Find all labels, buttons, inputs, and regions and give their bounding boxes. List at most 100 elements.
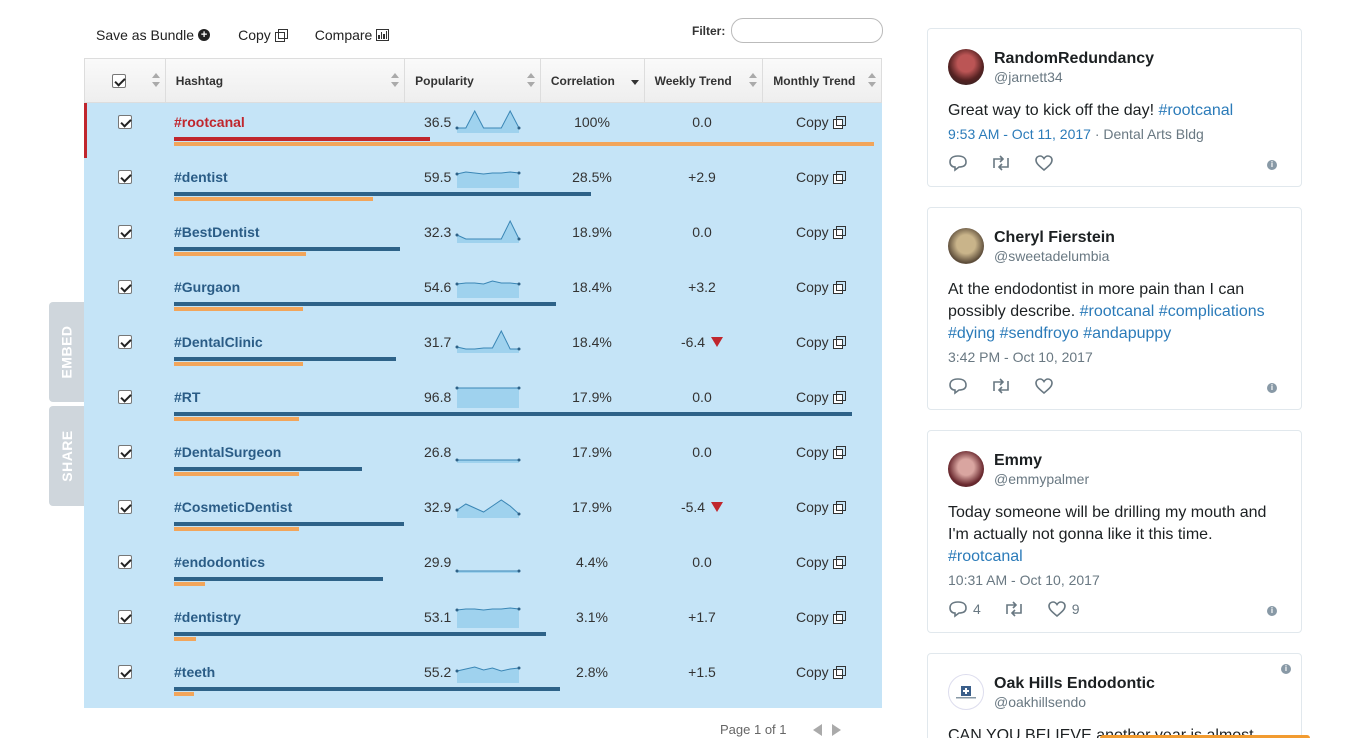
row-copy-button[interactable]: Copy: [796, 323, 846, 361]
row-checkbox[interactable]: [118, 280, 132, 294]
avatar[interactable]: [948, 49, 984, 85]
row-checkbox-cell[interactable]: [118, 555, 132, 569]
tweet-timestamp[interactable]: 10:31 AM - Oct 10, 2017: [948, 572, 1100, 588]
hashtag-link[interactable]: #BestDentist: [174, 213, 260, 251]
hashtag-link[interactable]: #DentalSurgeon: [174, 433, 281, 471]
reply-icon[interactable]: [948, 377, 968, 395]
copy-button[interactable]: Copy: [238, 27, 288, 43]
col-correlation[interactable]: Correlation: [541, 59, 645, 102]
select-all-header[interactable]: [85, 59, 166, 102]
sort-icon[interactable]: [867, 73, 876, 89]
table-row[interactable]: #dentistry 53.1 3.1% +1.7 Copy: [84, 598, 882, 653]
row-copy-button[interactable]: Copy: [796, 158, 846, 196]
row-checkbox[interactable]: [118, 500, 132, 514]
filter-input[interactable]: [731, 18, 884, 43]
row-copy-button[interactable]: Copy: [796, 378, 846, 416]
row-checkbox-cell[interactable]: [118, 170, 132, 184]
info-icon[interactable]: i: [1267, 383, 1277, 393]
hashtag-link[interactable]: #dentistry: [174, 598, 241, 636]
info-icon[interactable]: i: [1281, 664, 1291, 674]
hashtag-link[interactable]: #DentalClinic: [174, 323, 263, 361]
tweet-card[interactable]: Emmy @emmypalmer Today someone will be d…: [927, 430, 1302, 633]
retweet-icon[interactable]: [1003, 600, 1025, 618]
sort-icon[interactable]: [749, 73, 758, 89]
tweet-card[interactable]: RandomRedundancy @jarnett34 Great way to…: [927, 28, 1302, 187]
hashtag-link[interactable]: #Gurgaon: [174, 268, 240, 306]
row-copy-button[interactable]: Copy: [796, 268, 846, 306]
like-action[interactable]: 9: [1047, 600, 1080, 618]
col-monthly-trend[interactable]: Monthly Trend: [763, 59, 881, 102]
tweet-card[interactable]: Cheryl Fierstein @sweetadelumbia At the …: [927, 207, 1302, 410]
row-copy-button[interactable]: Copy: [796, 653, 846, 691]
avatar[interactable]: [948, 451, 984, 487]
table-row[interactable]: #RT 96.8 17.9% 0.0 Copy: [84, 378, 882, 433]
row-copy-button[interactable]: Copy: [796, 433, 846, 471]
col-weekly-trend[interactable]: Weekly Trend: [645, 59, 764, 102]
row-checkbox-cell[interactable]: [118, 225, 132, 239]
row-checkbox[interactable]: [118, 335, 132, 349]
sort-icon[interactable]: [151, 73, 160, 89]
table-row[interactable]: #DentalClinic 31.7 18.4% -6.4 Copy: [84, 323, 882, 378]
row-checkbox-cell[interactable]: [118, 665, 132, 679]
select-all-checkbox[interactable]: [111, 73, 126, 88]
tweet-author[interactable]: Cheryl Fierstein @sweetadelumbia: [948, 228, 1115, 264]
hashtag-link[interactable]: #endodontics: [174, 543, 265, 581]
row-checkbox-cell[interactable]: [118, 280, 132, 294]
table-row[interactable]: #rootcanal 36.5 100% 0.0 Copy: [84, 103, 882, 158]
retweet-icon[interactable]: [990, 154, 1012, 172]
save-bundle-button[interactable]: Save as Bundle +: [96, 27, 211, 43]
tweet-hashtags[interactable]: #rootcanal: [948, 548, 1023, 565]
row-checkbox[interactable]: [118, 555, 132, 569]
prev-page-icon[interactable]: [812, 723, 822, 736]
row-checkbox-cell[interactable]: [118, 390, 132, 404]
tweet-timestamp[interactable]: 9:53 AM - Oct 11, 2017: [948, 126, 1091, 142]
sort-icon[interactable]: [526, 73, 535, 89]
info-icon[interactable]: i: [1267, 160, 1277, 170]
col-hashtag[interactable]: Hashtag: [166, 59, 406, 102]
table-row[interactable]: #dentist 59.5 28.5% +2.9 Copy: [84, 158, 882, 213]
row-checkbox[interactable]: [118, 390, 132, 404]
row-copy-button[interactable]: Copy: [796, 488, 846, 526]
row-checkbox[interactable]: [118, 170, 132, 184]
compare-button[interactable]: Compare: [315, 27, 390, 43]
tweet-author[interactable]: Emmy @emmypalmer: [948, 451, 1089, 487]
info-icon[interactable]: i: [1267, 606, 1277, 616]
tweet-author[interactable]: RandomRedundancy @jarnett34: [948, 49, 1154, 85]
hashtag-link[interactable]: #CosmeticDentist: [174, 488, 292, 526]
avatar[interactable]: [948, 674, 984, 710]
share-tab[interactable]: SHARE: [49, 406, 84, 506]
sort-icon[interactable]: [391, 73, 400, 89]
embed-tab[interactable]: EMBED: [49, 302, 84, 402]
table-row[interactable]: #endodontics 29.9 4.4% 0.0 Copy: [84, 543, 882, 598]
tweet-timestamp[interactable]: 3:42 PM - Oct 10, 2017: [948, 349, 1093, 365]
avatar[interactable]: [948, 228, 984, 264]
row-checkbox[interactable]: [118, 665, 132, 679]
tweet-hashtags[interactable]: #rootcanal: [1158, 102, 1233, 119]
row-checkbox-cell[interactable]: [118, 115, 132, 129]
row-checkbox[interactable]: [118, 610, 132, 624]
hashtag-link[interactable]: #rootcanal: [174, 103, 245, 141]
table-row[interactable]: #Gurgaon 54.6 18.4% +3.2 Copy: [84, 268, 882, 323]
row-copy-button[interactable]: Copy: [796, 598, 846, 636]
hashtag-link[interactable]: #teeth: [174, 653, 215, 691]
table-row[interactable]: #teeth 55.2 2.8% +1.5 Copy: [84, 653, 882, 708]
table-row[interactable]: #DentalSurgeon 26.8 17.9% 0.0 Copy: [84, 433, 882, 488]
hashtag-link[interactable]: #dentist: [174, 158, 228, 196]
table-row[interactable]: #BestDentist 32.3 18.9% 0.0 Copy: [84, 213, 882, 268]
row-copy-button[interactable]: Copy: [796, 103, 846, 141]
col-popularity[interactable]: Popularity: [405, 59, 541, 102]
row-checkbox-cell[interactable]: [118, 335, 132, 349]
row-checkbox[interactable]: [118, 225, 132, 239]
retweet-icon[interactable]: [990, 377, 1012, 395]
row-checkbox-cell[interactable]: [118, 610, 132, 624]
tweet-author[interactable]: Oak Hills Endodontic @oakhillsendo: [948, 674, 1155, 710]
row-checkbox[interactable]: [118, 445, 132, 459]
table-row[interactable]: #CosmeticDentist 32.9 17.9% -5.4 Copy: [84, 488, 882, 543]
row-copy-button[interactable]: Copy: [796, 213, 846, 251]
tweet-card[interactable]: i Oak Hills Endodontic @oakhillsendo CAN…: [927, 653, 1302, 738]
row-copy-button[interactable]: Copy: [796, 543, 846, 581]
hashtag-link[interactable]: #RT: [174, 378, 200, 416]
next-page-icon[interactable]: [831, 723, 841, 736]
sort-desc-icon[interactable]: [630, 73, 639, 89]
like-icon[interactable]: [1034, 154, 1054, 172]
